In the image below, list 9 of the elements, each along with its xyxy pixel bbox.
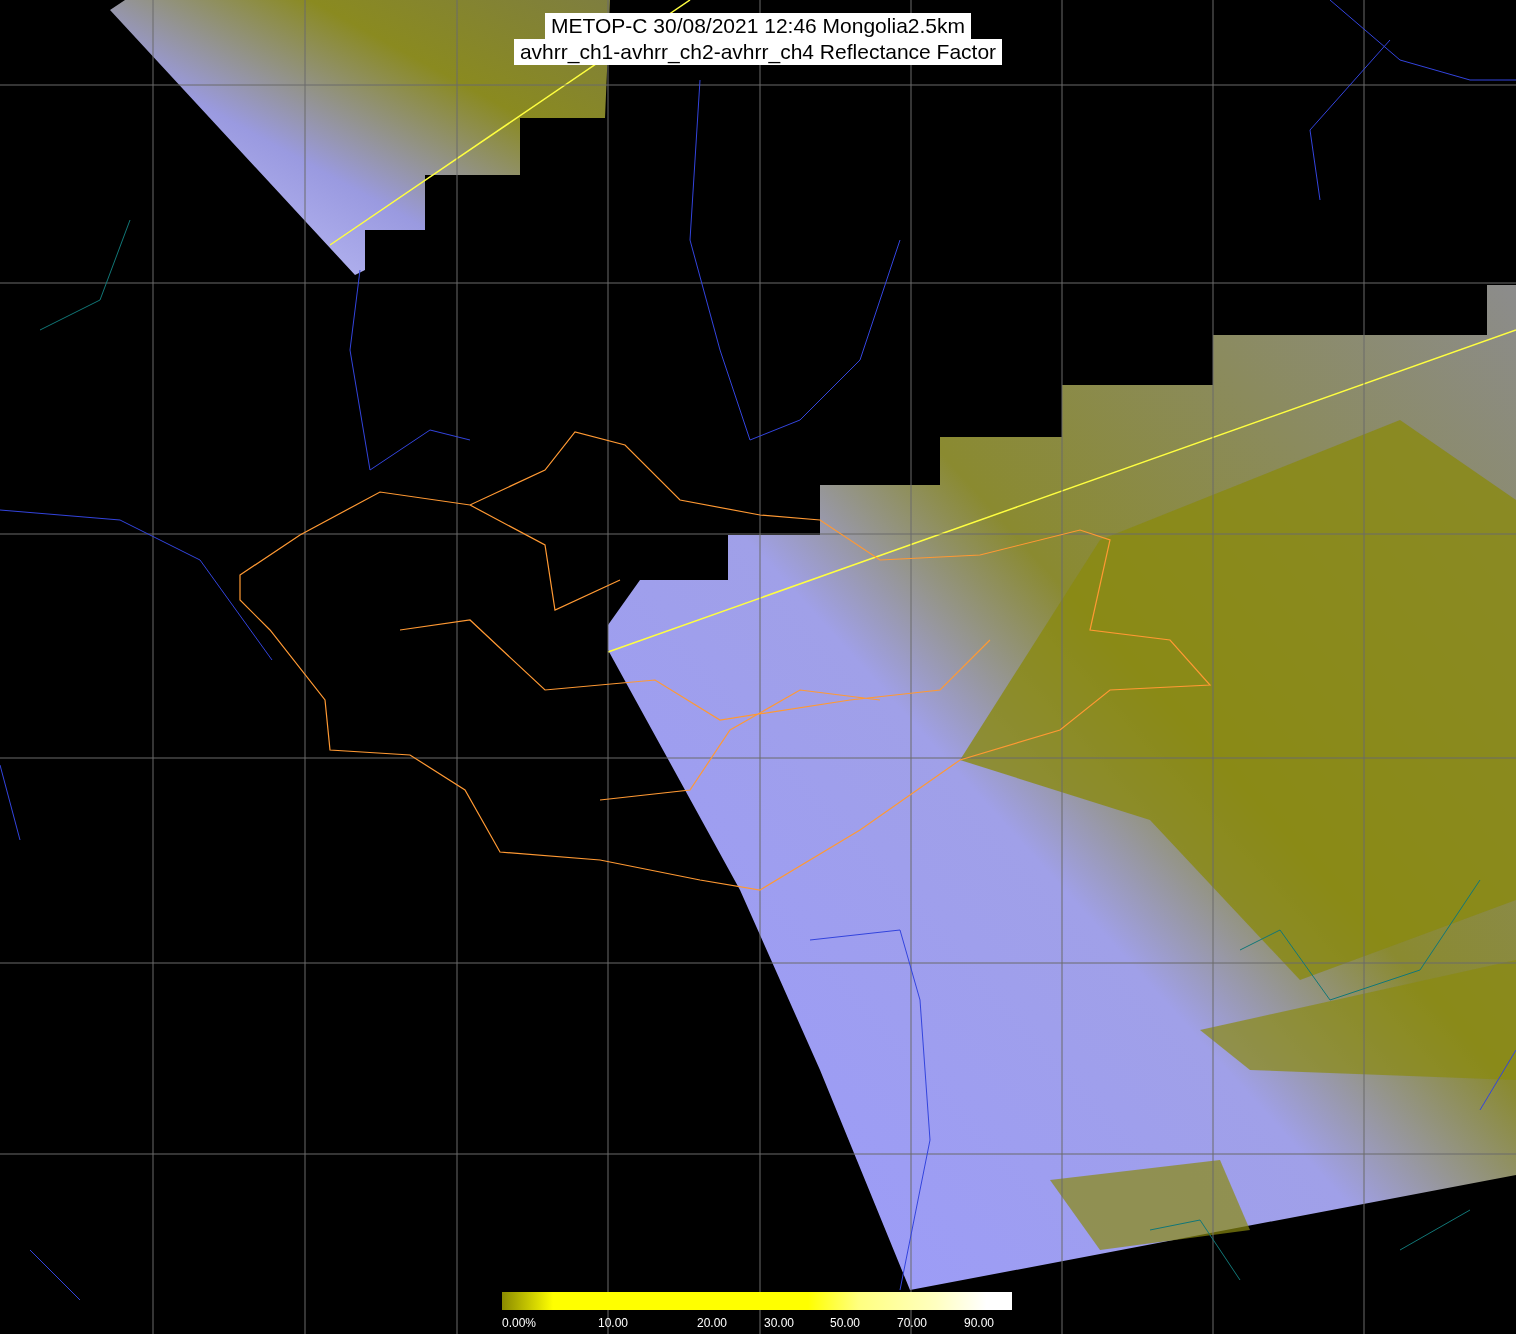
- colorbar-label: 50.00: [830, 1316, 862, 1330]
- colorbar-label: 90.00: [964, 1316, 996, 1330]
- title-text: avhrr_ch1-avhrr_ch2-avhrr_ch4 Reflectance Factor: [513, 39, 1003, 65]
- title-text: METOP-C 30/08/2021 12:46 Mongolia2.5km: [545, 13, 971, 39]
- colorbar-label: 30.00: [764, 1316, 796, 1330]
- colorbar-label: 10.00: [598, 1316, 630, 1330]
- colorbar-label: 20.00: [697, 1316, 729, 1330]
- colorbar-label: 0.00%: [502, 1316, 538, 1330]
- colorbar-label: 70.00: [897, 1316, 929, 1330]
